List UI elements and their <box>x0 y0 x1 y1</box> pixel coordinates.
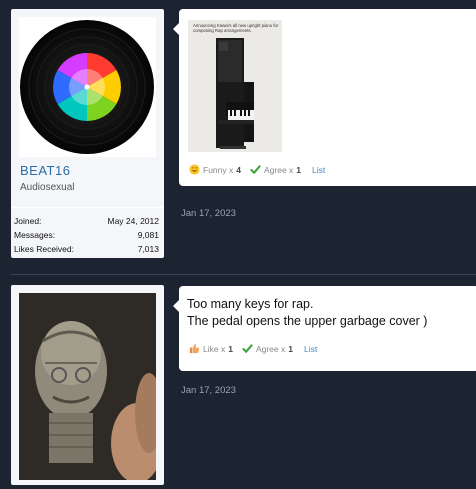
avatar[interactable] <box>19 17 156 157</box>
divider <box>11 207 164 208</box>
user-title: Audiosexual <box>20 182 75 193</box>
message-text: Too many keys for rap. The pedal opens t… <box>187 296 427 330</box>
stat-label: Likes Received: <box>14 244 75 254</box>
reaction-funny[interactable]: Funny x 4 <box>189 164 241 175</box>
reactions-bar: Funny x 4 Agree x 1 List <box>189 164 325 175</box>
reaction-count: 1 <box>288 343 293 354</box>
stat-value: May 24, 2012 <box>107 216 159 226</box>
reaction-label: Agree x <box>263 164 294 175</box>
reactions-list-link[interactable]: List <box>312 165 325 175</box>
reaction-count: 1 <box>228 343 233 354</box>
reaction-label: Like x <box>203 343 226 354</box>
post-date[interactable]: Jan 17, 2023 <box>181 385 236 396</box>
avatar-figure-icon <box>19 293 163 483</box>
reaction-agree[interactable]: Agree x 1 <box>250 164 301 175</box>
avatar[interactable] <box>19 293 163 483</box>
stat-label: Joined: <box>14 216 42 226</box>
message-bubble: Too many keys for rap. The pedal opens t… <box>173 286 476 371</box>
post-date[interactable]: Jan 17, 2023 <box>181 208 236 219</box>
agree-icon <box>242 344 253 354</box>
post-divider <box>11 274 476 275</box>
reaction-count: 4 <box>236 164 241 175</box>
stat-value: 9,081 <box>137 230 159 240</box>
post-image[interactable]: Announcing Kawai's all new upright piano… <box>188 20 282 152</box>
message-line: The pedal opens the upper garbage cover … <box>187 314 428 328</box>
user-info-panel: BEAT16 Audiosexual Joined: May 24, 2012 … <box>11 9 164 258</box>
stat-label: Messages: <box>14 230 56 240</box>
username-link[interactable]: BEAT16 <box>20 163 70 178</box>
message-bubble: Announcing Kawai's all new upright piano… <box>173 9 476 186</box>
message-line: Too many keys for rap. <box>187 297 314 311</box>
agree-icon <box>250 165 261 175</box>
reaction-agree[interactable]: Agree x 1 <box>242 343 293 354</box>
reaction-label: Agree x <box>255 343 286 354</box>
stat-value: 7,013 <box>137 244 159 254</box>
vinyl-record-icon <box>19 17 156 157</box>
reactions-bar: Like x 1 Agree x 1 List <box>189 343 317 354</box>
reaction-count: 1 <box>296 164 302 175</box>
reactions-list-link[interactable]: List <box>304 344 317 354</box>
funny-icon <box>189 164 200 175</box>
reaction-label: Funny x <box>203 164 234 175</box>
reaction-like[interactable]: Like x 1 <box>189 343 233 354</box>
like-icon <box>189 343 200 354</box>
user-info-panel <box>11 285 164 485</box>
piano-image-icon <box>216 38 254 149</box>
